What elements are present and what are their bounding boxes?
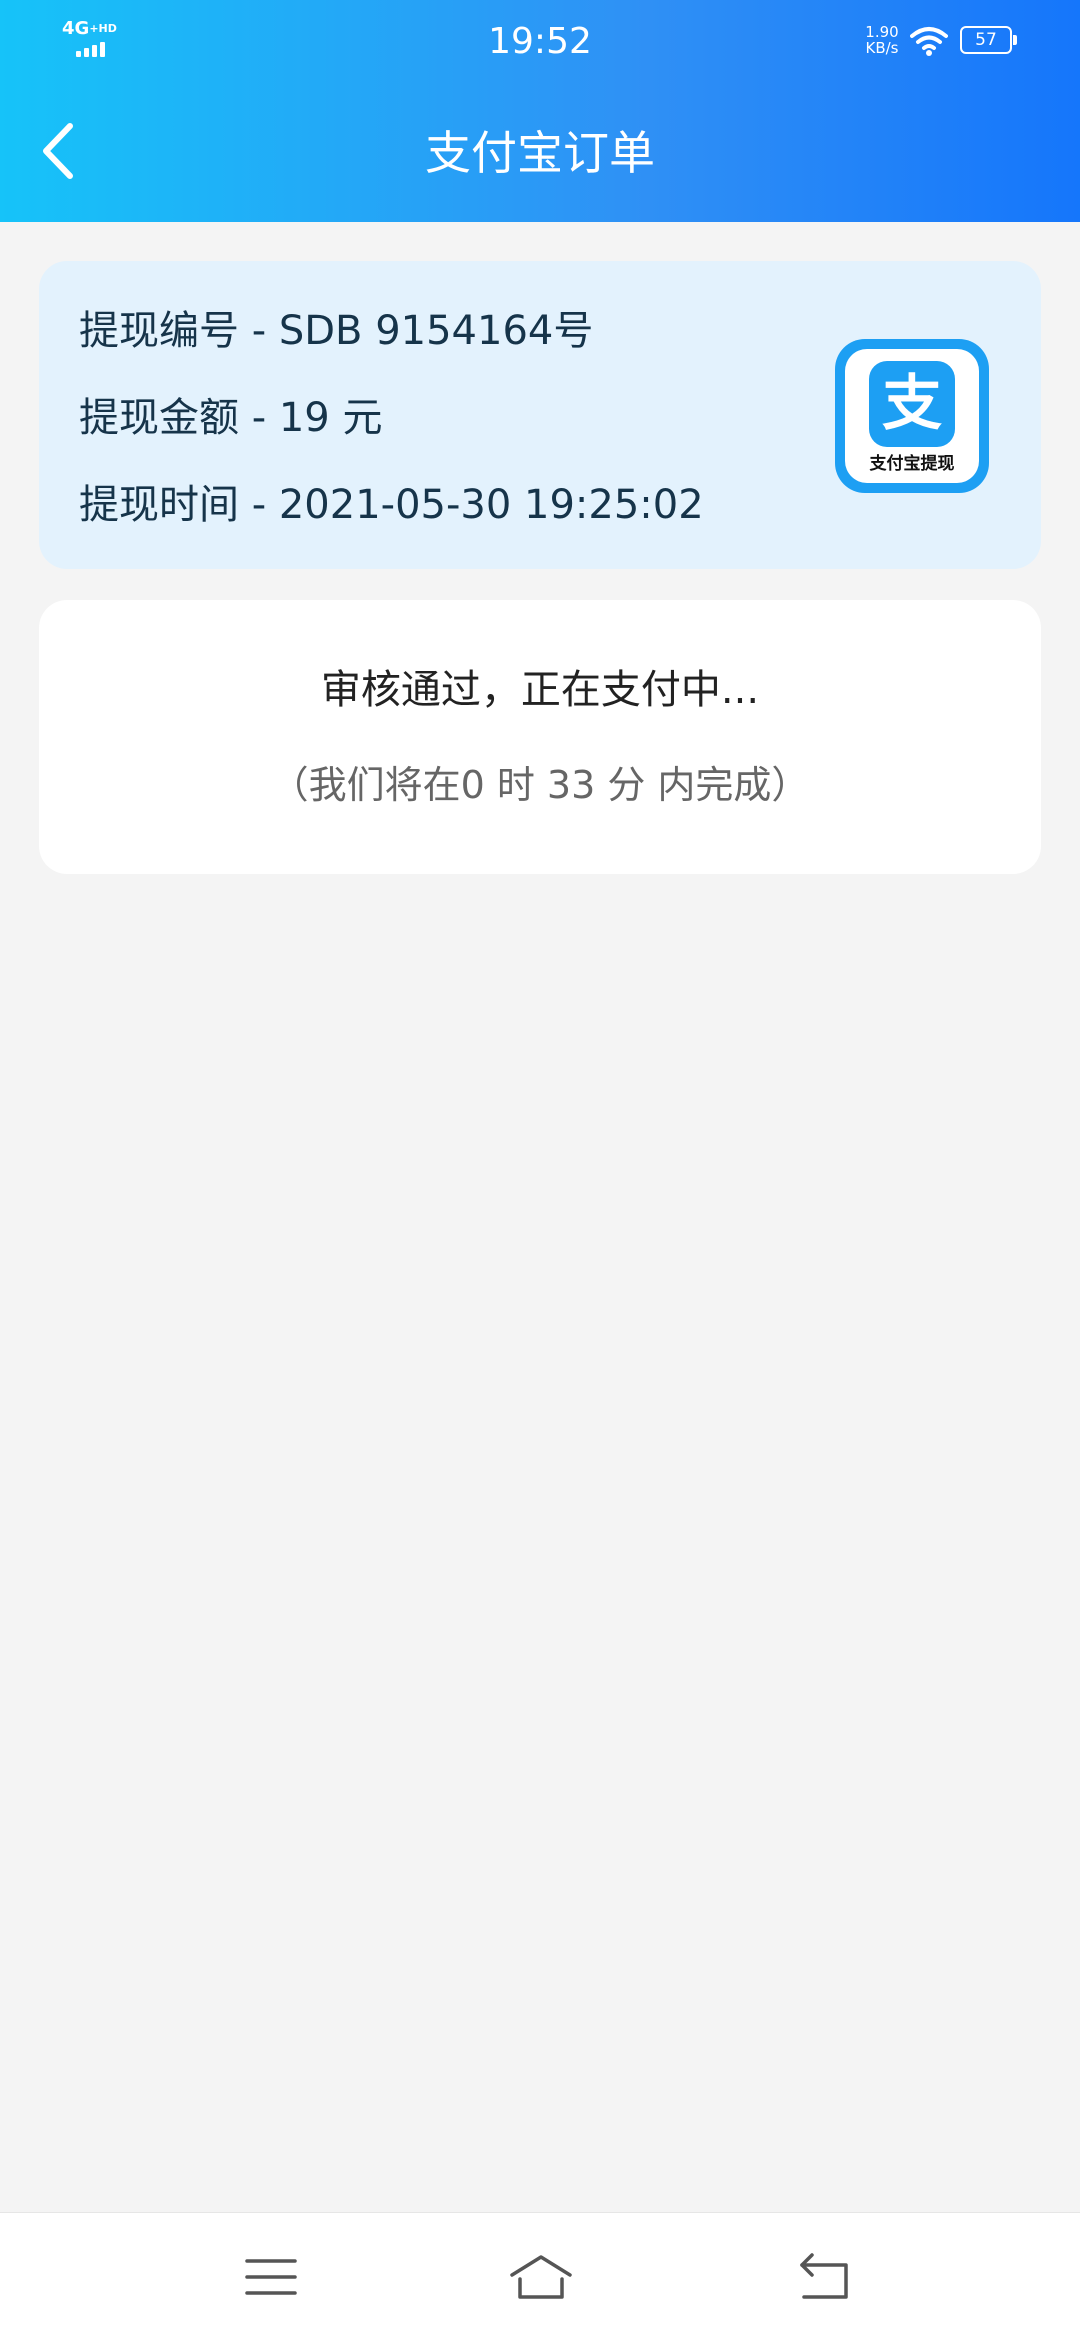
- return-icon[interactable]: [796, 2251, 852, 2303]
- network-speed: 1.90 KB/s: [862, 24, 902, 56]
- status-eta: （我们将在0 时 33 分 内完成）: [270, 763, 810, 807]
- home-icon[interactable]: [508, 2251, 574, 2303]
- status-bar: 4G+HD 19:52 1.90 KB/s 57: [0, 0, 1080, 84]
- menu-icon[interactable]: [243, 2251, 299, 2303]
- status-message: 审核通过，正在支付中...: [320, 667, 760, 713]
- alipay-icon: 支: [869, 361, 955, 447]
- speed-unit: KB/s: [865, 39, 899, 57]
- withdraw-amount: 提现金额 - 19 元: [79, 395, 383, 441]
- page-title: 支付宝订单: [425, 126, 655, 180]
- withdraw-number: 提现编号 - SDB 9154164号: [79, 308, 594, 354]
- alipay-withdraw-logo: 支 支付宝提现: [835, 339, 989, 493]
- withdraw-time: 提现时间 - 2021-05-30 19:25:02: [79, 482, 704, 528]
- alipay-logo-inner: 支 支付宝提现: [845, 349, 979, 483]
- alipay-glyph: 支: [882, 369, 942, 439]
- speed-value: 1.90: [865, 23, 899, 41]
- payment-status-card: 审核通过，正在支付中... （我们将在0 时 33 分 内完成）: [39, 600, 1041, 874]
- wifi-icon: [910, 27, 948, 56]
- system-nav-bar: [0, 2212, 1080, 2341]
- app-header: 4G+HD 19:52 1.90 KB/s 57 支付宝订单: [0, 0, 1080, 222]
- battery-indicator: 57: [960, 26, 1017, 54]
- order-info-card: 提现编号 - SDB 9154164号 提现金额 - 19 元 提现时间 - 2…: [39, 261, 1041, 569]
- alipay-logo-caption: 支付宝提现: [869, 454, 955, 474]
